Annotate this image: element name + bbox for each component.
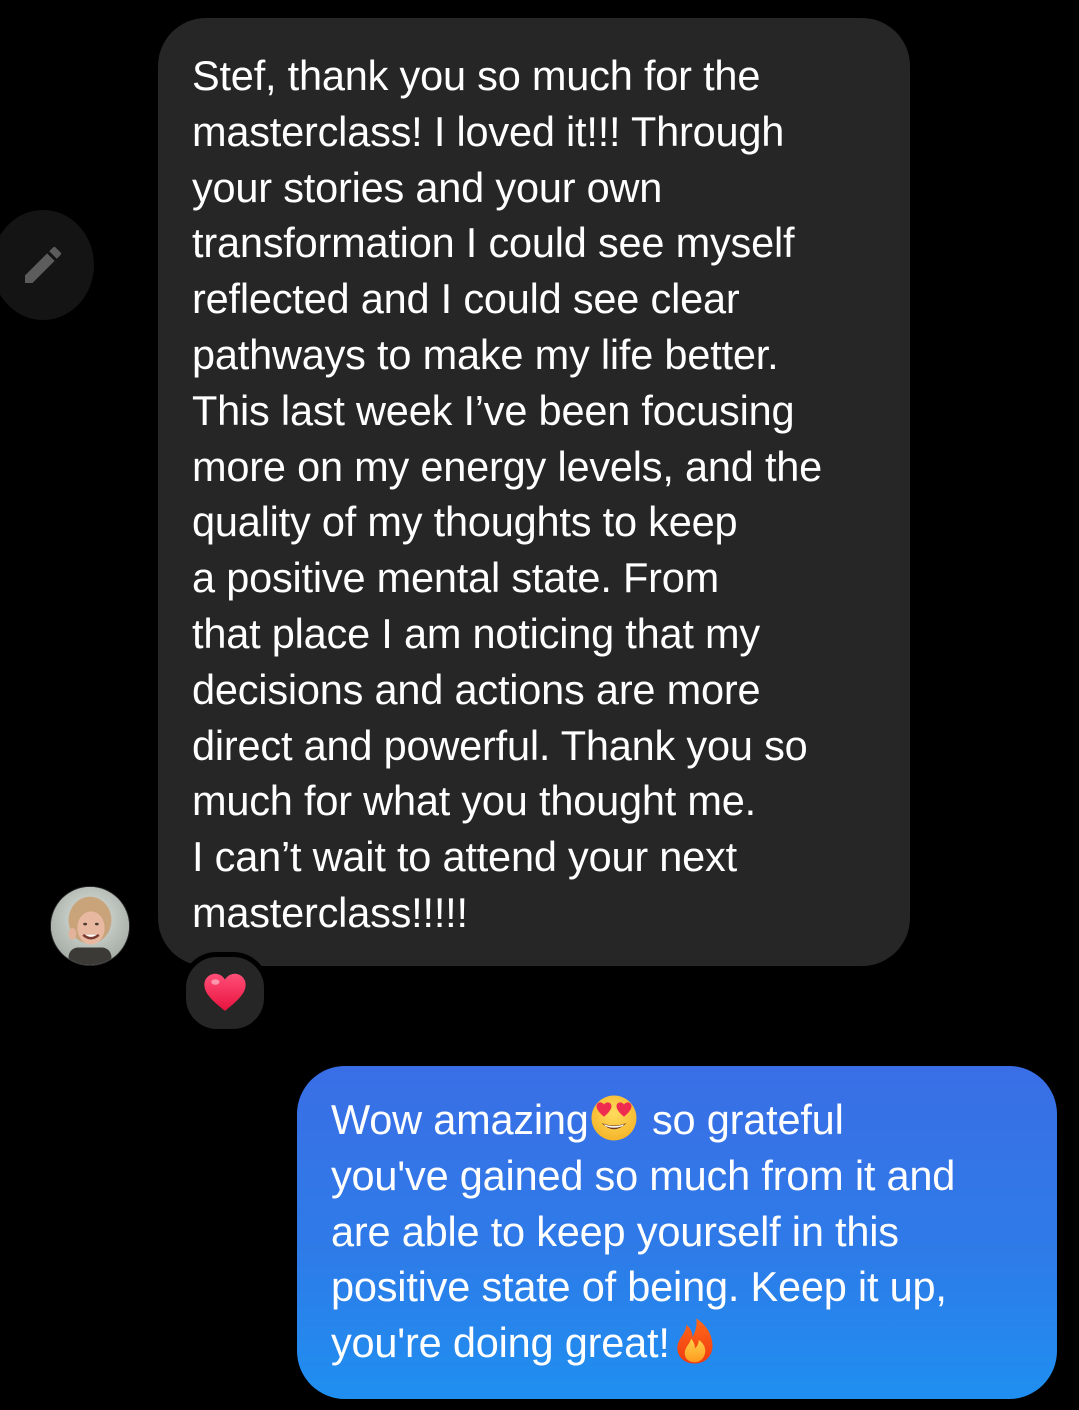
incoming-message-line: pathways to make my life better. [192,330,779,378]
incoming-message-line: a positive mental state. From [192,554,719,602]
outgoing-message-line: you're doing great! [331,1315,1037,1371]
pencil-icon [25,246,62,283]
incoming-message-line: quality of my thoughts to keep [192,498,738,546]
heart-reaction[interactable] [181,952,269,1034]
incoming-message-line: masterclass! I loved it!!! Through [192,107,785,155]
incoming-message-line: masterclass!!!!! [192,888,468,936]
incoming-message-line: I can’t wait to attend your next [192,833,737,881]
edit-button[interactable] [0,210,94,320]
incoming-message-line: much for what you thought me. [192,777,756,825]
heart-eyes-emoji-icon [589,1093,639,1143]
incoming-message-line: decisions and actions are more [192,665,761,713]
incoming-message-line: your stories and your own [192,163,663,211]
incoming-message-line: reflected and I could see clear [192,275,740,323]
incoming-message-line: that place I am noticing that my [192,609,760,657]
avatar-photo [51,887,129,965]
outgoing-message-line: are able to keep yourself in this [331,1207,899,1255]
outgoing-message-bubble[interactable]: Wow amazing so grateful you've gained so… [297,1066,1057,1399]
incoming-message-line: transformation I could see myself [192,219,795,267]
outgoing-text: Wow amazing [331,1096,589,1143]
outgoing-text: so grateful [640,1096,844,1143]
incoming-message-line: Stef, thank you so much for the [192,52,761,99]
outgoing-message-line: you've gained so much from it and [331,1151,956,1199]
outgoing-message-line: Wow amazing so grateful [331,1092,1037,1148]
incoming-message-line: direct and powerful. Thank you so [192,721,808,769]
fire-emoji-icon [670,1316,720,1366]
outgoing-message-line: positive state of being. Keep it up, [331,1263,947,1311]
incoming-message-line: more on my energy levels, and the [192,442,823,490]
outgoing-text: you're doing great! [331,1319,670,1367]
incoming-message-line: This last week I’ve been focusing [192,386,795,434]
sender-avatar[interactable] [51,887,129,965]
red-heart-icon [204,973,246,1011]
incoming-message-bubble[interactable]: Stef, thank you so much for the mastercl… [158,18,910,966]
